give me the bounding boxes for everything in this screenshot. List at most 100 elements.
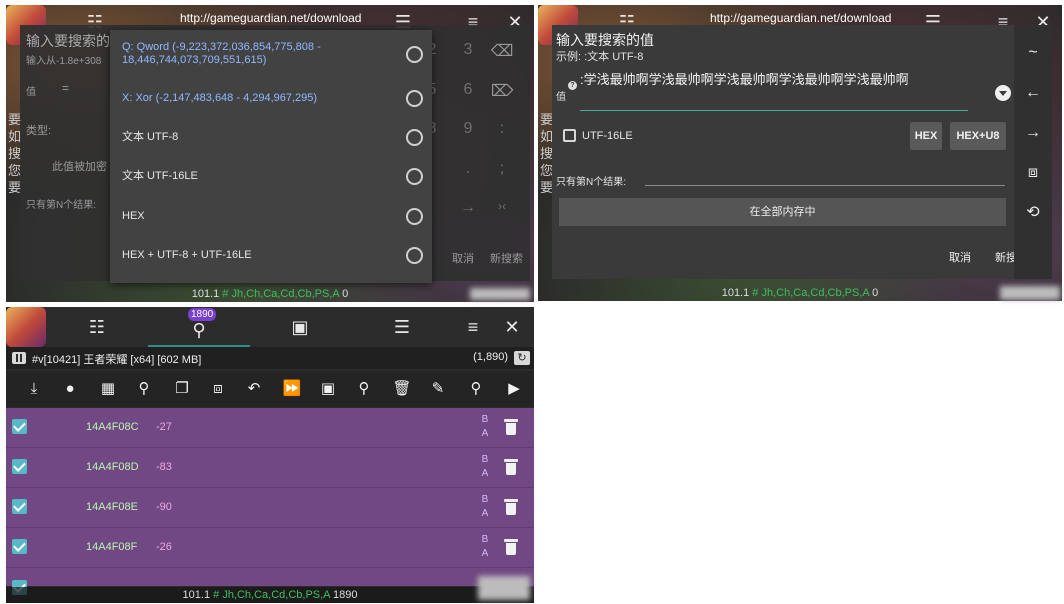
memory-range-button[interactable]: 在全部内存中 [559, 198, 1006, 226]
search-value-input[interactable]: :学浅最帅啊学浅最帅啊学浅最帅啊学浅最帅啊学浅最帅啊 [580, 72, 970, 88]
delete-icon: ⌦ [490, 83, 514, 100]
undo-icon[interactable]: ↶ [242, 377, 266, 401]
search-question-icon[interactable]: ⚲ [352, 377, 376, 401]
hex-u8-button[interactable]: HEX+U8 [950, 122, 1006, 150]
row-value[interactable]: -26 [156, 541, 172, 553]
blur-artifact [1000, 286, 1060, 300]
type-picker-dialog: Q: Qword (-9,223,372,036,854,775,808 - 1… [110, 30, 432, 283]
radio-button[interactable] [406, 129, 423, 146]
status-count: 1890 [332, 589, 358, 601]
option-label: Q: Qword (-9,223,372,036,854,775,808 - 1… [122, 41, 321, 66]
option-hex[interactable]: HEX [110, 197, 432, 236]
trash-icon[interactable] [504, 499, 518, 515]
row-value[interactable]: -90 [156, 501, 172, 513]
row-checkbox[interactable] [12, 419, 27, 434]
dialog-example: 示例: :文本 UTF-8 [556, 51, 644, 63]
option-label: 文本 UTF-8 [122, 131, 179, 143]
option-label: 文本 UTF-16LE [122, 170, 198, 182]
table-row-partial [6, 568, 534, 595]
blur-artifact [478, 576, 530, 600]
equals-label: = [62, 81, 70, 95]
row-value[interactable]: -27 [156, 421, 172, 433]
filter-icon[interactable]: ☷ [86, 316, 108, 338]
pause-icon[interactable] [12, 352, 26, 364]
download-url: http://gameguardian.net/download [180, 11, 362, 25]
key-dot: . [465, 160, 471, 177]
value-label: 值 [26, 87, 36, 98]
edit-icon[interactable]: ✎ [426, 377, 450, 401]
status-regions: Jh,Ch,Ca,Cd,Cb,PS,A [222, 589, 330, 601]
search-number-icon[interactable]: ⚲ [132, 377, 156, 401]
backspace-icon: ⌫ [490, 43, 514, 60]
cancel-button[interactable]: 取消 [949, 249, 971, 265]
radio-button[interactable] [406, 208, 423, 225]
utf16le-label: UTF-16LE [582, 130, 633, 142]
trash-icon[interactable] [504, 419, 518, 435]
row-address: 14A4F08F [86, 541, 138, 553]
play-icon[interactable]: ▶ [502, 377, 526, 401]
refresh-icon[interactable]: ↻ [514, 351, 530, 365]
results-badge: 1890 [188, 308, 217, 321]
arrow-left-icon[interactable]: ← [1021, 81, 1045, 105]
download-icon[interactable]: ⤓ [22, 377, 46, 401]
download-url: http://gameguardian.net/download [710, 11, 892, 25]
results-list: 14A4F08C -27 BA 14A4F08D -83 BA 14A4F08E… [6, 408, 534, 595]
record-icon[interactable]: ● [58, 377, 82, 401]
status-bar: 101.1 # Jh,Ch,Ca,Cd,Cb,PS,A 0 [538, 287, 1062, 299]
save-icon[interactable]: ▣ [289, 316, 311, 338]
key-arrow: → [460, 199, 476, 216]
row-checkbox[interactable] [12, 459, 27, 474]
list-icon[interactable]: ☰ [391, 316, 413, 338]
option-qword[interactable]: Q: Qword (-9,223,372,036,854,775,808 - 1… [110, 32, 432, 76]
results-toolbar: ⤓ ● ▦ ⚲ ❐ ⧈ ↶ ⏩ ▣ ⚲ 🗑 ✎ ⚲ ▶ [6, 371, 534, 407]
table-row[interactable]: 14A4F08D -83 BA [6, 448, 534, 488]
close-icon[interactable]: ✕ [501, 316, 523, 338]
table-row[interactable]: 14A4F08F -26 BA [6, 528, 534, 568]
nth-result-input[interactable] [645, 185, 1005, 186]
tilde-key[interactable]: ~ [1021, 41, 1045, 65]
fast-forward-icon[interactable]: ⏩ [280, 377, 304, 401]
row-type-flags: BA [481, 494, 489, 519]
search-icon[interactable]: ⚲ [188, 319, 210, 341]
option-text-utf16le[interactable]: 文本 UTF-16LE [110, 157, 432, 196]
row-type-flags: BA [481, 414, 489, 439]
radio-button[interactable] [406, 247, 423, 264]
status-count: 0 [872, 287, 879, 299]
menu-icon[interactable]: ≡ [462, 316, 484, 338]
type-dropdown-icon[interactable] [995, 85, 1011, 101]
key-3: 3 [463, 41, 473, 58]
table-row[interactable]: 14A4F08C -27 BA [6, 408, 534, 448]
radio-button[interactable] [406, 168, 423, 185]
delete-icon[interactable]: 🗑 [390, 377, 414, 401]
table-row[interactable]: 14A4F08E -90 BA [6, 488, 534, 528]
option-xor[interactable]: X: Xor (-2,147,483,648 - 4,294,967,295) [110, 79, 432, 118]
option-hex-utf8-utf16le[interactable]: HEX + UTF-8 + UTF-16LE [110, 236, 432, 275]
utf16le-checkbox[interactable] [563, 129, 576, 142]
value-label: 值 [556, 92, 566, 103]
row-checkbox[interactable] [12, 539, 27, 554]
radio-button[interactable] [406, 45, 423, 63]
option-text-utf8[interactable]: 文本 UTF-8 [110, 118, 432, 157]
select-icon[interactable]: ⧈ [206, 377, 230, 401]
game-avatar [6, 307, 46, 347]
search-icon[interactable]: ⚲ [464, 377, 488, 401]
hex-button[interactable]: HEX [910, 122, 942, 150]
copy-icon[interactable]: ❐ [170, 377, 194, 401]
trash-icon[interactable] [504, 539, 518, 555]
status-version: 101.1 [182, 589, 211, 601]
status-hash: # [213, 589, 220, 601]
arrow-right-icon[interactable]: → [1021, 121, 1045, 145]
info-icon[interactable]: ? [568, 81, 577, 90]
row-value[interactable]: -83 [156, 461, 172, 473]
select-all-icon[interactable]: ⧈ [1021, 161, 1045, 185]
save-list-icon[interactable]: ▣ [316, 377, 340, 401]
chip-icon[interactable]: ▦ [96, 377, 120, 401]
trash-icon[interactable] [504, 459, 518, 475]
history-icon[interactable]: ⟲ [1021, 201, 1045, 225]
search-dialog: 输入要搜索的值 示例: :文本 UTF-8 值 ? :学浅最帅啊学浅最帅啊学浅最… [552, 25, 1028, 279]
key-semicolon: ; [499, 160, 505, 177]
radio-button[interactable] [406, 90, 423, 107]
status-count: 0 [342, 288, 349, 300]
row-checkbox[interactable] [12, 499, 27, 514]
side-keys: ~ ← → ⧈ ⟲ [1014, 25, 1052, 279]
